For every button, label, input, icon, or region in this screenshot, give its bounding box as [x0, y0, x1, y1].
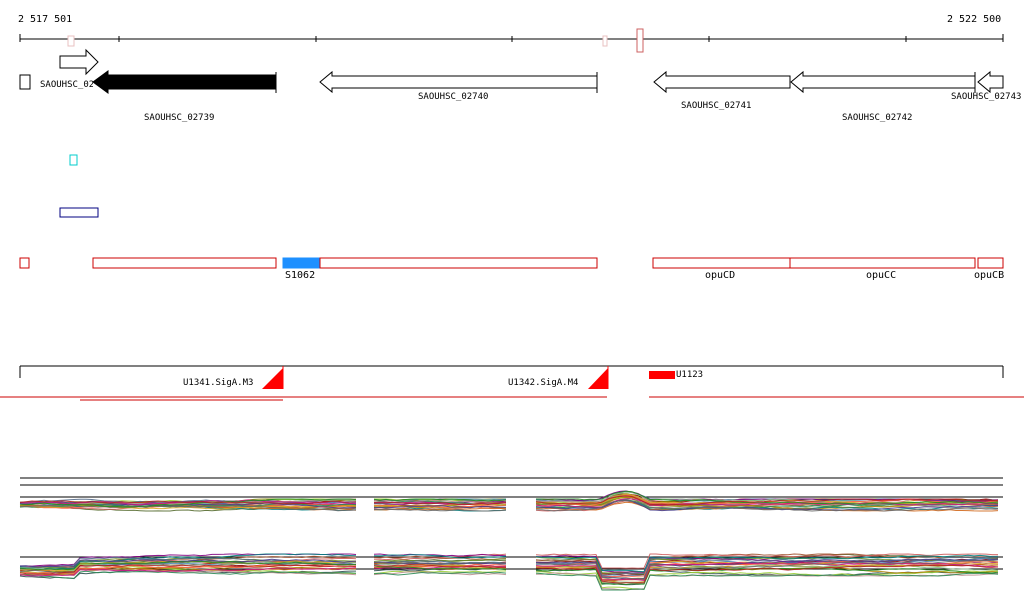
annotation-label-opucd: opuCD [705, 270, 736, 281]
opucc-box[interactable] [789, 257, 976, 269]
feature-cyan-box[interactable] [69, 154, 78, 166]
annotation-track [19, 257, 1004, 269]
genome-browser-view: 2 517 501 2 522 500 SAOUHSC_02738 SAOUHS… [0, 0, 1024, 611]
expression-track-1 [19, 477, 1003, 512]
opucb-box[interactable] [977, 257, 1004, 269]
gene-arrow-02741[interactable] [653, 70, 791, 94]
gene-arrow-02739[interactable] [92, 70, 277, 94]
gene-label-02738-clip: SAOUHSC_02738 [40, 80, 93, 92]
gene-arrow-small-left[interactable] [19, 74, 31, 90]
gene-label-02738: SAOUHSC_02738 [40, 80, 93, 90]
promoter-label-m4: U1342.SigA.M4 [508, 378, 579, 388]
gene-arrow-02738[interactable] [59, 48, 99, 76]
annotation-label-opucc: opuCC [866, 270, 897, 281]
opucd-box[interactable] [652, 257, 791, 269]
coord-end: 2 522 500 [947, 14, 1002, 25]
gene-label-02739: SAOUHSC_02739 [144, 113, 215, 123]
gene-label-02740: SAOUHSC_02740 [418, 92, 489, 102]
expression-track-2 [19, 553, 1003, 591]
gene-arrow-02743[interactable] [977, 70, 1004, 94]
gene-track [19, 48, 1004, 94]
gene-label-02743: SAOUHSC_02743 [951, 92, 1022, 102]
gene-arrow-02742[interactable] [790, 70, 976, 94]
s1062-box[interactable] [282, 257, 321, 269]
annotation-label-s1062: S1062 [285, 270, 316, 281]
track-canvas [0, 28, 1024, 591]
feature-blue-box[interactable] [59, 207, 99, 218]
coord-start: 2 517 501 [18, 14, 73, 25]
gene-label-02741: SAOUHSC_02741 [681, 101, 752, 111]
annotation-label-opucb: opuCB [974, 270, 1005, 281]
gene-arrow-02740[interactable] [319, 70, 598, 94]
gene-label-02742: SAOUHSC_02742 [842, 113, 913, 123]
promoter-label-m3: U1341.SigA.M3 [183, 378, 254, 388]
gene-label-02743-clip: SAOUHSC_02743 [951, 92, 1024, 104]
promoter-label-u1123: U1123 [676, 370, 704, 380]
coordinate-ruler [19, 28, 1004, 53]
